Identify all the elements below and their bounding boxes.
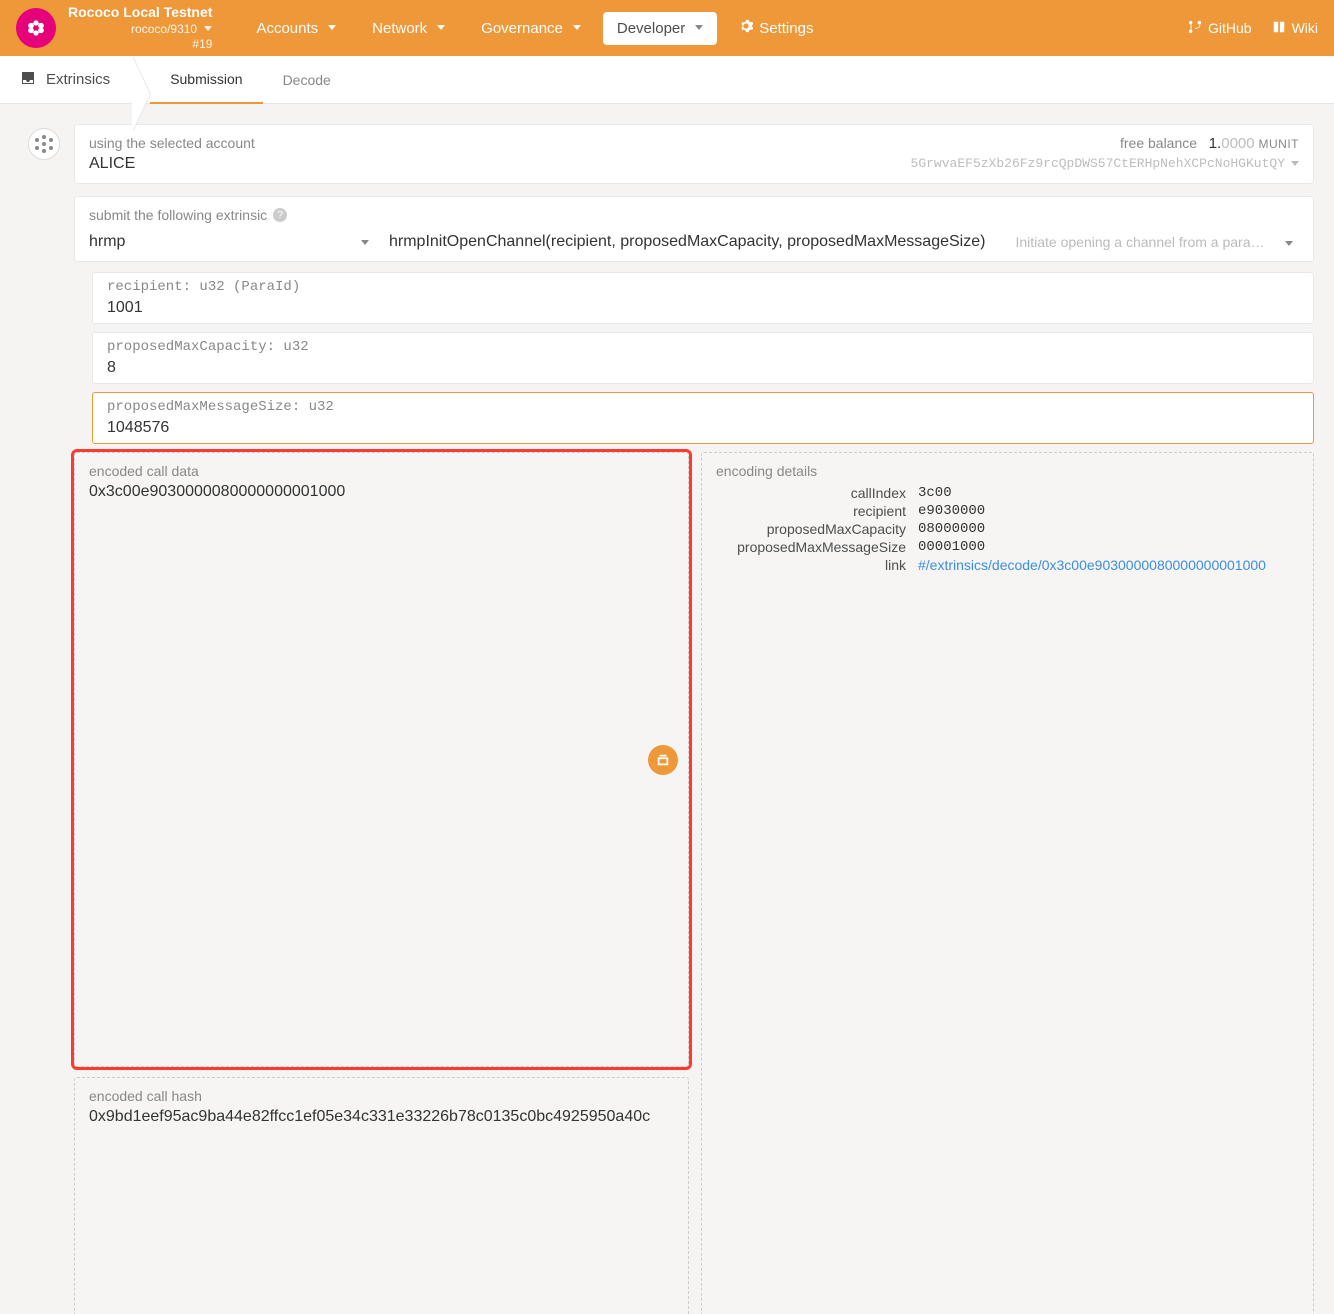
call-signature[interactable]: hrmpInitOpenChannel(recipient, proposedM…: [389, 233, 985, 251]
sub-tabs: Extrinsics Submission Decode: [0, 56, 1334, 104]
book-icon: [1272, 20, 1286, 37]
detail-row: proposedMaxCapacity08000000: [716, 521, 1299, 537]
balance-label: free balance: [1120, 135, 1197, 151]
block-number: #19: [68, 37, 212, 53]
github-link[interactable]: GitHub: [1188, 20, 1252, 37]
chevron-down-icon: [573, 25, 581, 31]
param-max-capacity[interactable]: proposedMaxCapacity: u32: [92, 332, 1314, 384]
detail-link-row: link #/extrinsics/decode/0x3c00e90300000…: [716, 557, 1299, 573]
extrinsic-selector: submit the following extrinsic ? hrmp hr…: [74, 196, 1314, 262]
account-identicon[interactable]: [28, 128, 60, 160]
param-recipient-input[interactable]: [107, 299, 1299, 317]
decode-link[interactable]: #/extrinsics/decode/0x3c00e9030000080000…: [918, 557, 1266, 573]
param-max-message-size[interactable]: proposedMaxMessageSize: u32: [92, 392, 1314, 444]
tab-submission[interactable]: Submission: [150, 56, 262, 104]
page-title: Extrinsics: [20, 70, 150, 90]
encoded-call-hash-box: encoded call hash 0x9bd1eef95ac9ba44e82f…: [74, 1077, 689, 1314]
balance-value: 1.0000: [1209, 135, 1255, 152]
chevron-down-icon: [328, 25, 336, 31]
tab-decode[interactable]: Decode: [263, 56, 351, 104]
chevron-down-icon: [1291, 156, 1299, 171]
balance-unit: MUNIT: [1259, 137, 1300, 151]
main-content: using the selected account ALICE free ba…: [0, 104, 1334, 1314]
network-name: Rococo Local Testnet: [68, 3, 212, 21]
nav-items: Accounts Network Governance Developer Se…: [242, 11, 827, 45]
param-max-message-size-input[interactable]: [107, 419, 1299, 437]
chevron-down-icon: [204, 26, 212, 32]
nav-developer[interactable]: Developer: [603, 12, 717, 45]
chevron-down-icon: [361, 233, 369, 251]
pallet-select[interactable]: hrmp: [89, 233, 369, 251]
account-name: ALICE: [89, 155, 255, 173]
copy-call-data-button[interactable]: [648, 745, 678, 775]
detail-row: proposedMaxMessageSize00001000: [716, 539, 1299, 555]
encoded-call-data-box: encoded call data 0x3c00e903000008000000…: [74, 452, 689, 1067]
detail-row: recipiente9030000: [716, 503, 1299, 519]
account-heading: using the selected account: [89, 135, 255, 151]
extrinsic-heading: submit the following extrinsic: [89, 207, 267, 223]
encoded-call-hash: 0x9bd1eef95ac9ba44e82ffcc1ef05e34c331e33…: [89, 1108, 674, 1126]
param-recipient[interactable]: recipient: u32 (ParaId): [92, 272, 1314, 324]
chevron-down-icon: [695, 25, 703, 31]
chevron-down-icon: [437, 25, 445, 31]
call-doc-hint: Initiate opening a channel from a parach…: [1015, 234, 1265, 250]
help-icon[interactable]: ?: [273, 208, 287, 222]
network-selector[interactable]: Rococo Local Testnet rococo/9310 #19: [68, 3, 212, 52]
nav-settings[interactable]: Settings: [725, 11, 827, 45]
tray-icon: [20, 70, 36, 90]
git-branch-icon: [1188, 20, 1202, 37]
gear-icon: [739, 19, 753, 37]
copy-icon: [656, 753, 670, 767]
logo[interactable]: [16, 8, 56, 48]
param-max-capacity-input[interactable]: [107, 359, 1299, 377]
account-selector[interactable]: using the selected account ALICE free ba…: [74, 124, 1314, 184]
encoded-call-data: 0x3c00e9030000080000000001000: [89, 483, 674, 501]
encoding-details-box: encoding details callIndex3c00 recipient…: [701, 452, 1314, 1314]
chevron-down-icon[interactable]: [1285, 234, 1299, 250]
top-nav: Rococo Local Testnet rococo/9310 #19 Acc…: [0, 0, 1334, 56]
nav-accounts[interactable]: Accounts: [242, 12, 350, 45]
wiki-link[interactable]: Wiki: [1272, 20, 1318, 37]
account-address: 5GrwvaEF5zXb26Fz9rcQpDWS57CtERHpNehXCPcN…: [911, 156, 1285, 171]
detail-row: callIndex3c00: [716, 485, 1299, 501]
nav-network[interactable]: Network: [358, 12, 459, 45]
nav-governance[interactable]: Governance: [467, 12, 595, 45]
network-spec: rococo/9310: [131, 22, 197, 36]
